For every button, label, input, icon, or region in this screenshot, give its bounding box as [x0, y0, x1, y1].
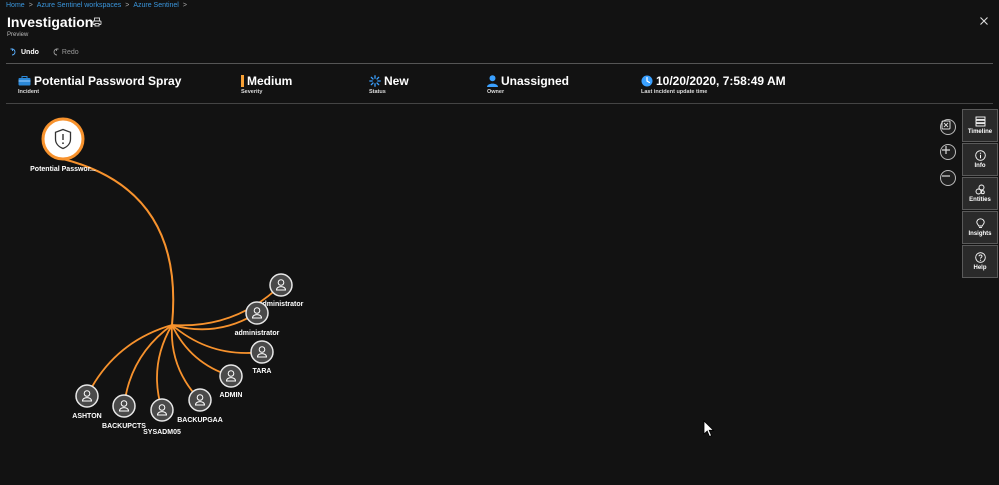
redo-button[interactable]: Redo: [51, 48, 79, 56]
severity-indicator: [241, 75, 244, 87]
breadcrumb: Home > Azure Sentinel workspaces > Azure…: [6, 2, 187, 9]
entity-node-label: BACKUPGAA: [177, 417, 223, 424]
timeline-button[interactable]: Timeline: [962, 109, 998, 142]
entity-nodes: administratoradministratorTARAADMINBACKU…: [72, 273, 304, 436]
divider: [6, 63, 993, 64]
entity-node[interactable]: [150, 398, 174, 422]
timeline-icon: [975, 116, 985, 127]
entity-node-label: ASHTON: [72, 413, 101, 420]
summary-incident: Potential Password Spray Incident: [18, 74, 181, 95]
undo-button[interactable]: Undo: [10, 48, 39, 56]
minus-icon: [942, 175, 950, 177]
incident-summary: Potential Password Spray Incident Medium…: [0, 74, 999, 98]
print-icon[interactable]: [92, 17, 102, 27]
help-button[interactable]: Help: [962, 245, 998, 278]
entity-edge: [156, 324, 173, 411]
divider: [6, 103, 993, 104]
summary-severity: Medium Severity: [241, 74, 292, 95]
undo-label: Undo: [21, 48, 39, 56]
breadcrumb-sentinel[interactable]: Azure Sentinel: [133, 2, 179, 9]
fit-screen-icon: [941, 120, 951, 130]
status-value: New: [384, 74, 409, 88]
toolbar: Undo Redo: [10, 48, 79, 56]
page-subtitle: Preview: [7, 32, 29, 38]
side-panel: Timeline Info Entities Insights Help: [962, 109, 998, 279]
insights-label: Insights: [968, 231, 992, 237]
redo-icon: [53, 48, 59, 56]
summary-status: New Status: [369, 74, 409, 95]
entity-node-label: SYSADM05: [143, 429, 181, 436]
entity-node-label: administrator: [235, 330, 280, 337]
info-label: Info: [974, 163, 986, 169]
incident-edge: [62, 158, 175, 326]
redo-label: Redo: [61, 48, 79, 56]
zoom-out-button[interactable]: [940, 170, 956, 186]
timeline-label: Timeline: [967, 129, 993, 135]
updated-value: 10/20/2020, 7:58:49 AM: [656, 74, 786, 88]
graph-edges: [62, 158, 282, 411]
breadcrumb-workspaces[interactable]: Azure Sentinel workspaces: [37, 2, 121, 9]
severity-label: Severity: [241, 89, 263, 95]
incident-node[interactable]: [41, 117, 85, 161]
status-new-icon: [369, 75, 381, 87]
owner-user-icon: [487, 75, 498, 87]
entity-node[interactable]: [250, 340, 274, 364]
updated-label: Last incident update time: [641, 89, 708, 95]
breadcrumb-home[interactable]: Home: [6, 2, 25, 9]
zoom-in-button[interactable]: [940, 144, 956, 160]
breadcrumb-separator: >: [125, 2, 130, 9]
entities-label: Entities: [969, 197, 991, 203]
insights-button[interactable]: Insights: [962, 211, 998, 244]
undo-icon: [10, 48, 16, 56]
owner-label: Owner: [487, 89, 505, 95]
help-icon: [974, 252, 986, 263]
entity-node[interactable]: [112, 394, 136, 418]
graph-svg: Potential Passwor... administratoradmini…: [30, 117, 304, 436]
help-label: Help: [973, 265, 987, 271]
entity-node-label: TARA: [253, 368, 272, 375]
entities-icon: [975, 184, 985, 195]
entity-node[interactable]: [245, 301, 269, 325]
entity-node[interactable]: [75, 384, 99, 408]
owner-value: Unassigned: [501, 74, 570, 88]
incident-briefcase-icon: [18, 76, 31, 86]
incident-name: Potential Password Spray: [34, 74, 182, 88]
info-button[interactable]: Info: [962, 143, 998, 176]
mouse-cursor-icon: [703, 420, 715, 438]
info-icon: [974, 150, 986, 161]
entities-button[interactable]: Entities: [962, 177, 998, 210]
entity-node-label: ADMIN: [220, 392, 243, 399]
status-label: Status: [369, 89, 386, 95]
severity-value: Medium: [247, 74, 293, 88]
investigation-graph[interactable]: Potential Passwor... administrator admini…: [0, 106, 999, 485]
plus-icon: [942, 146, 950, 154]
lightbulb-icon: [975, 218, 985, 228]
summary-updated: 10/20/2020, 7:58:49 AM Last incident upd…: [641, 74, 786, 95]
incident-node-label: Potential Passwor...: [30, 166, 96, 173]
breadcrumb-separator: >: [28, 2, 33, 9]
breadcrumb-separator: >: [182, 2, 187, 9]
close-icon[interactable]: [979, 16, 989, 26]
entity-node[interactable]: [269, 273, 293, 297]
incident-label: Incident: [18, 89, 40, 95]
entity-node[interactable]: [188, 388, 212, 412]
clock-icon: [641, 75, 653, 87]
fit-to-screen-button[interactable]: [940, 119, 956, 135]
entity-node[interactable]: [219, 364, 243, 388]
page-title: Investigation: [7, 14, 94, 30]
entity-node-label: BACKUPCTS: [102, 423, 146, 430]
summary-owner: Unassigned Owner: [487, 74, 569, 95]
